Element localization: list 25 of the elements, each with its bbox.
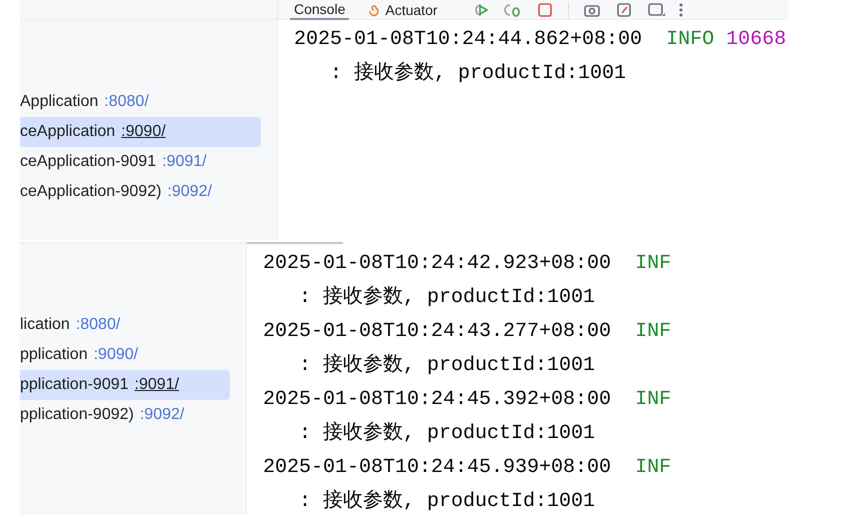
log-line: 2025-01-08T10:24:42.923+08:00 INF	[263, 251, 672, 277]
log-line: 2025-01-08T10:24:45.392+08:00 INF	[263, 387, 672, 413]
service-item[interactable]: lication :8080/	[20, 310, 128, 340]
log-message: : 接收参数, productId:1001	[298, 284, 596, 311]
debug-icon[interactable]	[504, 2, 522, 18]
more-icon[interactable]	[678, 2, 683, 18]
log-message: : 接收参数, productId:1001	[298, 488, 596, 515]
service-item[interactable]: Application :8080/	[20, 87, 157, 117]
service-item[interactable]: ceApplication :9090/	[20, 117, 261, 147]
stop-icon[interactable]	[536, 2, 554, 18]
service-item[interactable]: ceApplication-9091 :9091/	[20, 147, 215, 177]
service-item[interactable]: pplication :9090/	[20, 340, 146, 370]
layout-icon[interactable]	[646, 2, 665, 18]
log-line: 2025-01-08T10:24:45.939+08:00 INF	[263, 455, 672, 481]
log-line: 2025-01-08T10:24:44.862+08:00 INFO 10668	[294, 27, 788, 53]
service-item[interactable]: pplication-9091 :9091/	[20, 370, 230, 400]
log-message: : 接收参数, productId:1001	[298, 420, 596, 447]
log-message: : 接收参数, productId:1001	[298, 352, 596, 379]
tab[interactable]: Console	[290, 0, 350, 20]
service-item[interactable]: ceApplication-9092) :9092/	[20, 177, 220, 207]
log-line: 2025-01-08T10:24:43.277+08:00 INF	[263, 319, 672, 345]
edit-icon[interactable]	[614, 2, 633, 18]
log-message: : 接收参数, productId:1001	[329, 60, 628, 87]
service-item[interactable]: pplication-9092) :9092/	[20, 400, 192, 430]
tab[interactable]: Actuator	[363, 0, 442, 20]
